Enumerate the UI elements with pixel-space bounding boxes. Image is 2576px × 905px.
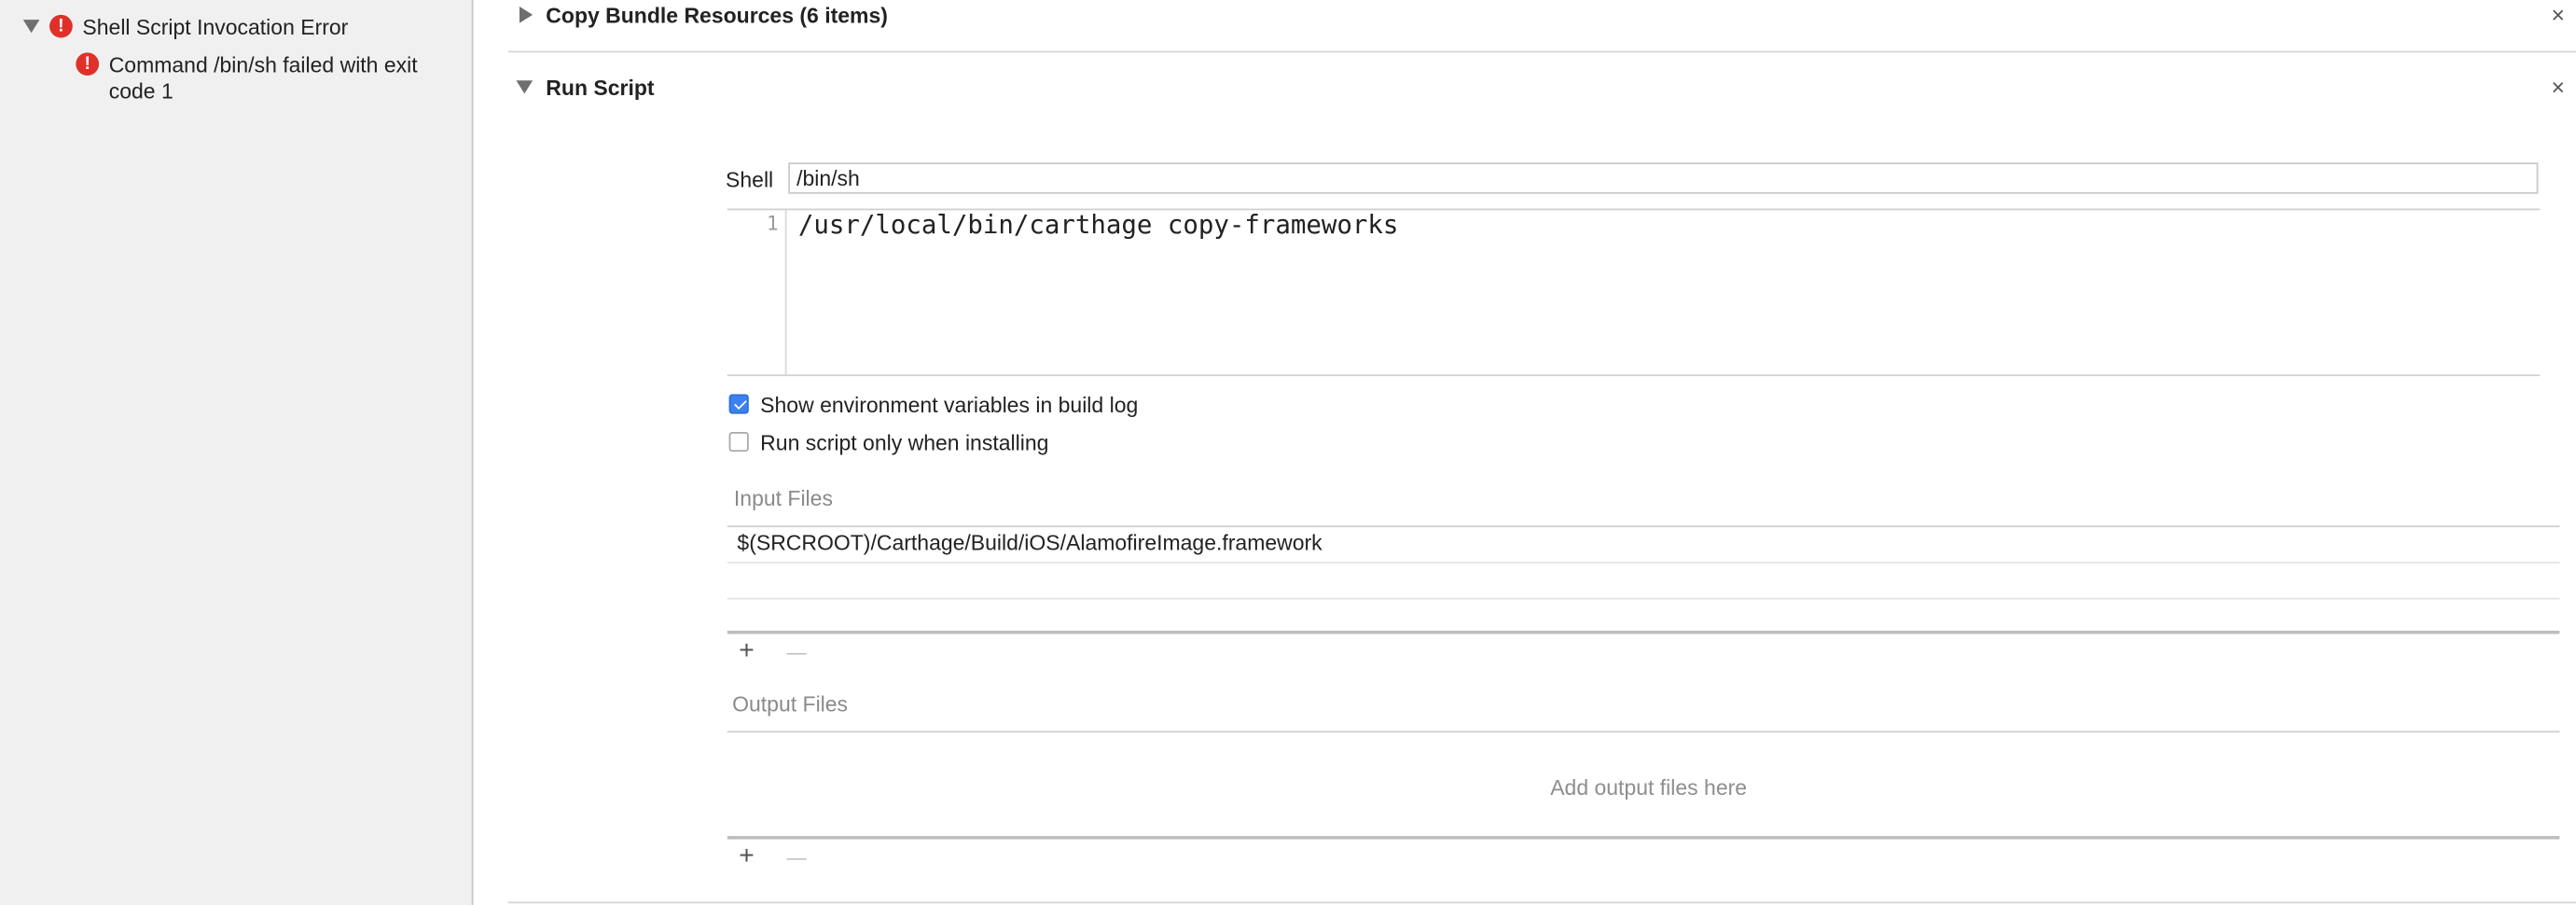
line-number: 1 xyxy=(766,212,779,235)
input-files-label: Input Files xyxy=(733,486,833,511)
phase-title-run-script[interactable]: Run Script xyxy=(546,76,654,100)
show-env-label[interactable]: Show environment variables in build log xyxy=(760,393,1138,417)
add-input-file-button[interactable]: + xyxy=(739,638,755,665)
script-editor[interactable]: 1 /usr/local/bin/carthage copy-framework… xyxy=(727,208,2541,377)
error-detail-line2[interactable]: code 1 xyxy=(109,78,173,103)
add-output-file-button[interactable]: + xyxy=(739,843,755,870)
close-icon[interactable]: × xyxy=(2552,2,2565,28)
close-icon[interactable]: × xyxy=(2552,74,2565,100)
remove-output-file-button[interactable]: — xyxy=(786,844,806,870)
error-detail-line1[interactable]: Command /bin/sh failed with exit xyxy=(109,52,418,77)
script-text[interactable]: /usr/local/bin/carthage copy-frameworks xyxy=(798,210,1399,240)
output-files-placeholder: Add output files here xyxy=(1550,774,1748,801)
error-title[interactable]: Shell Script Invocation Error xyxy=(82,15,348,39)
shell-label: Shell xyxy=(726,167,774,192)
disclosure-triangle-icon[interactable] xyxy=(519,7,533,23)
error-icon: ! xyxy=(76,52,100,76)
row-divider xyxy=(727,562,2560,564)
phase-divider xyxy=(507,901,2576,904)
show-env-checkbox[interactable] xyxy=(728,394,749,414)
input-files-top-border xyxy=(727,525,2560,528)
error-icon: ! xyxy=(49,14,73,38)
remove-input-file-button[interactable]: — xyxy=(786,639,806,665)
run-only-install-checkbox[interactable] xyxy=(728,431,749,452)
output-files-top-border xyxy=(727,731,2560,733)
disclosure-triangle-icon[interactable] xyxy=(516,80,533,94)
row-divider xyxy=(727,597,2560,600)
run-only-install-label[interactable]: Run script only when installing xyxy=(760,430,1048,454)
disclosure-triangle-icon[interactable] xyxy=(22,20,40,34)
input-files-bottom-border xyxy=(727,630,2560,634)
output-files-label: Output Files xyxy=(732,691,849,717)
line-number-gutter: 1 xyxy=(727,210,787,375)
shell-input[interactable]: /bin/sh xyxy=(788,162,2539,194)
phase-divider xyxy=(507,50,2576,53)
phase-title-copy-bundle[interactable]: Copy Bundle Resources (6 items) xyxy=(546,4,888,28)
output-files-bottom-border xyxy=(727,836,2560,840)
input-file-row[interactable]: $(SRCROOT)/Carthage/Build/iOS/AlamofireI… xyxy=(737,531,1322,555)
issue-navigator: ! Shell Script Invocation Error ! Comman… xyxy=(0,0,474,905)
